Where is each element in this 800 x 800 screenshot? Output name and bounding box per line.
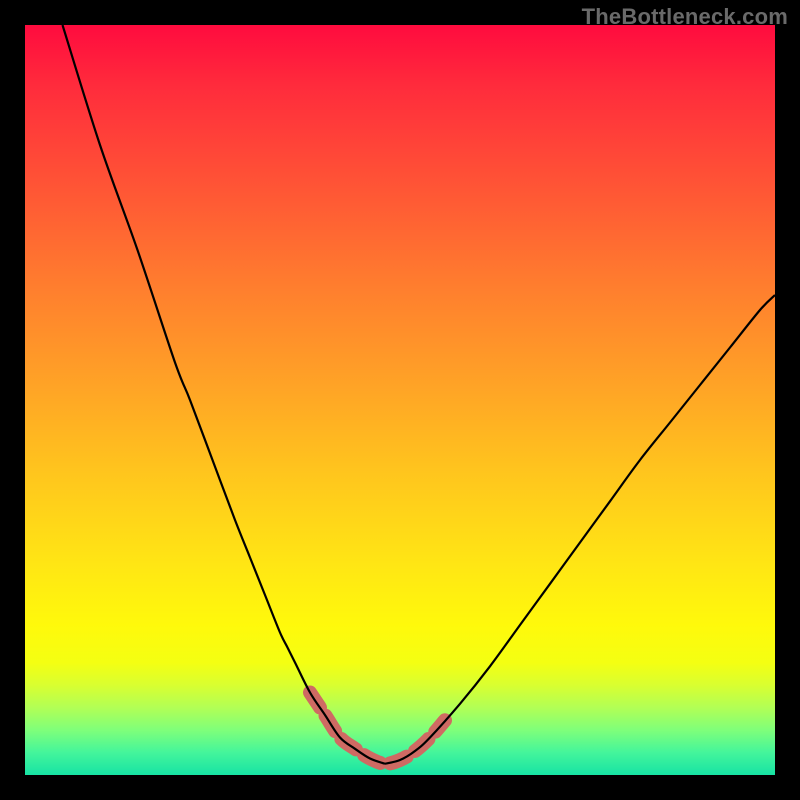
chart-frame: TheBottleneck.com [0, 0, 800, 800]
watermark-text: TheBottleneck.com [582, 4, 788, 30]
valley-highlight [310, 693, 445, 764]
curve-layer [25, 25, 775, 775]
right-curve [385, 295, 775, 764]
left-curve [63, 25, 386, 764]
plot-area [25, 25, 775, 775]
